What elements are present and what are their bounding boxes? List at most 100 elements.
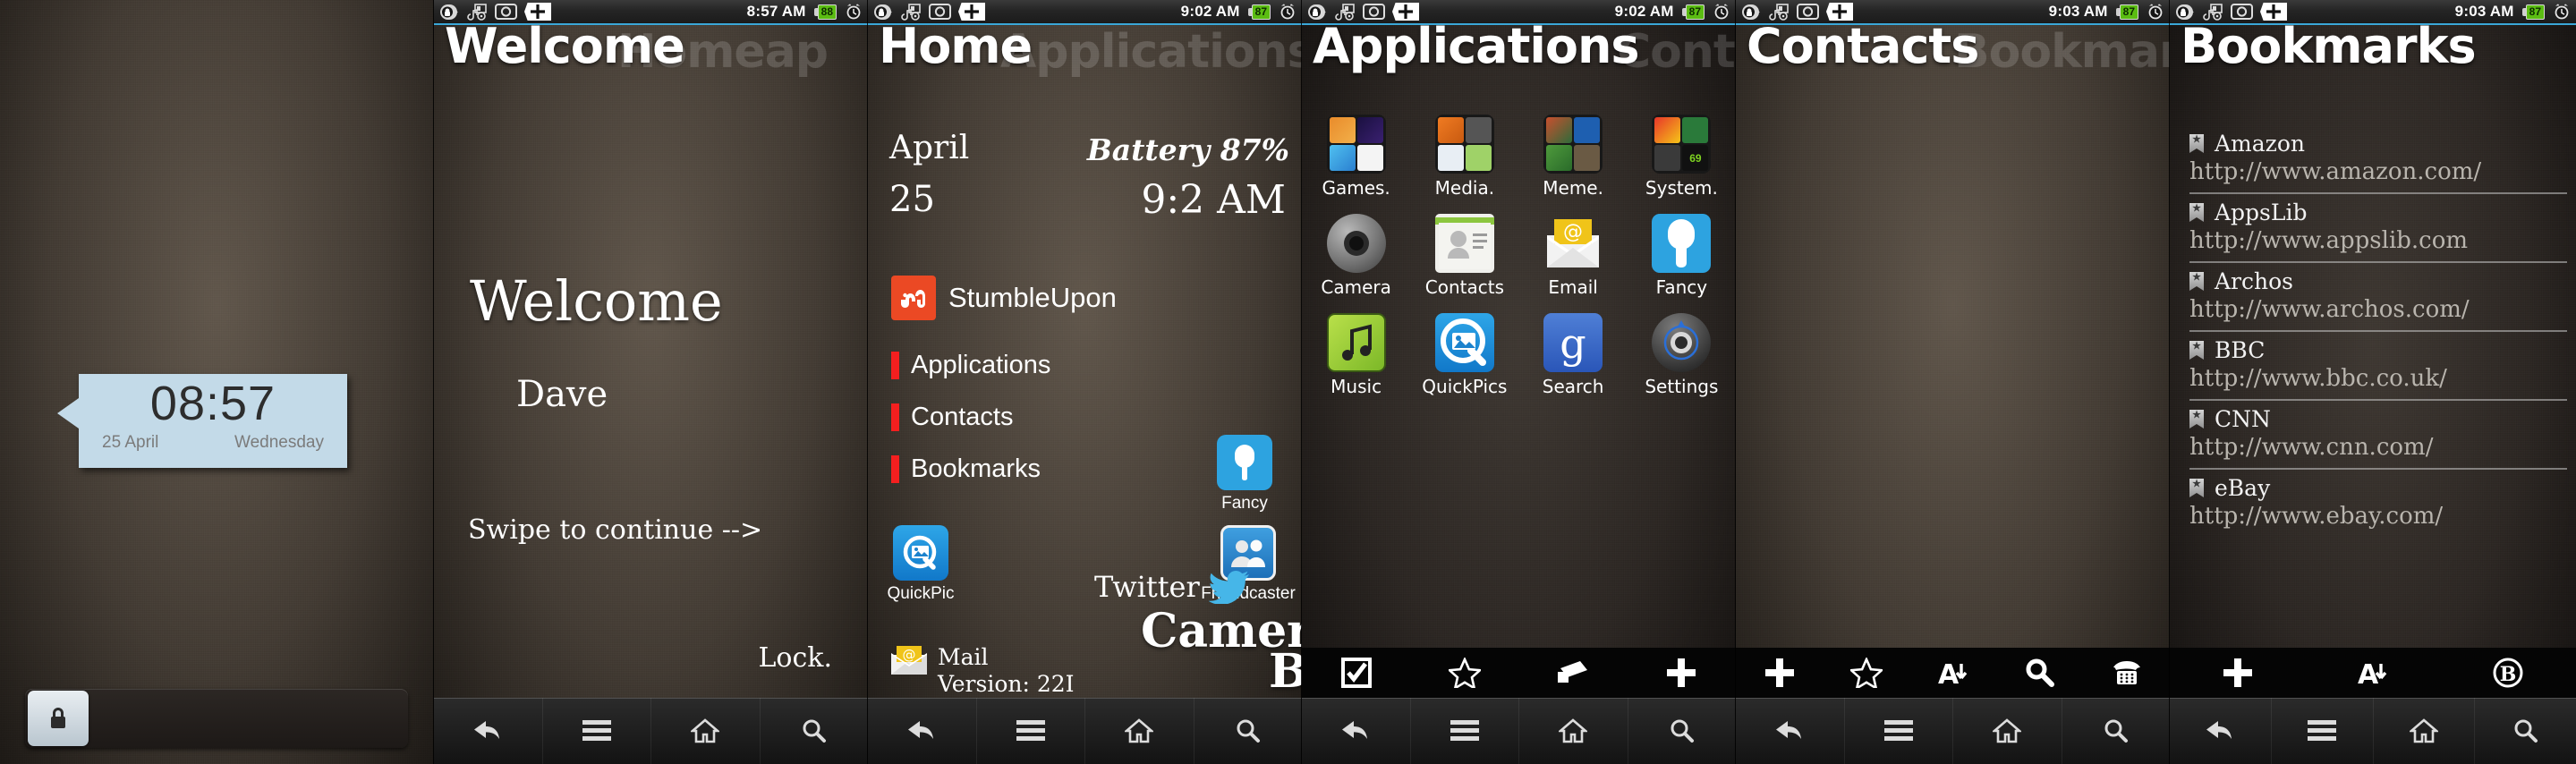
bookmark-row[interactable]: ★ CNN http://www.cnn.com/: [2189, 401, 2567, 470]
action-dialer[interactable]: [2083, 648, 2170, 698]
add-widget-button[interactable]: [524, 3, 551, 21]
add-widget-button[interactable]: [2260, 3, 2287, 21]
app-camera[interactable]: Camera: [1302, 214, 1410, 297]
action-search[interactable]: [1996, 648, 2083, 698]
app-label: QuickPics: [1422, 376, 1508, 397]
action-add-bookmark[interactable]: [2170, 648, 2305, 698]
nav-back-button[interactable]: [1736, 698, 1845, 764]
nav-home-button[interactable]: [1519, 698, 1628, 764]
back-icon: [1339, 717, 1372, 744]
unlock-slider[interactable]: [25, 689, 408, 748]
media-sync-icon[interactable]: [467, 3, 488, 21]
app-email[interactable]: @ Email: [1519, 214, 1628, 297]
alarm-clock-icon[interactable]: [845, 3, 863, 21]
nav-back-button[interactable]: [434, 698, 543, 764]
system-folder-badge: 69: [1682, 145, 1709, 171]
menu-item-applications[interactable]: Applications: [891, 351, 1050, 380]
bookmark-title: eBay: [2215, 475, 2271, 501]
nav-search-button[interactable]: [761, 698, 869, 764]
bookmark-row[interactable]: ★ eBay http://www.ebay.com/: [2189, 470, 2567, 537]
app-folder-meme[interactable]: Meme.: [1519, 115, 1628, 198]
screenshot-icon[interactable]: [929, 4, 951, 20]
alarm-clock-icon[interactable]: [1279, 3, 1297, 21]
bookmark-row[interactable]: ★ Amazon http://www.amazon.com/: [2189, 125, 2567, 194]
bookmark-row[interactable]: ★ AppsLib http://www.appslib.com: [2189, 194, 2567, 263]
lock-icon[interactable]: [1742, 4, 1762, 20]
lock-icon[interactable]: [874, 4, 894, 20]
bookmark-row[interactable]: ★ Archos http://www.archos.com/: [2189, 263, 2567, 332]
menu-item-bookmarks[interactable]: Bookmarks: [891, 454, 1041, 484]
screenshot-icon[interactable]: [2231, 4, 2253, 20]
add-widget-button[interactable]: [1826, 3, 1853, 21]
screenshot-icon[interactable]: [495, 4, 517, 20]
browser-shortcut[interactable]: Browser: [1269, 644, 1302, 699]
add-widget-button[interactable]: [958, 3, 985, 21]
unlock-knob[interactable]: [28, 691, 89, 746]
screenshot-icon[interactable]: [1363, 4, 1385, 20]
lock-icon[interactable]: [440, 4, 460, 20]
media-sync-icon[interactable]: [901, 3, 922, 21]
shortcut-quickpic[interactable]: QuickPic: [882, 525, 959, 604]
action-favourite[interactable]: [1410, 648, 1518, 698]
nav-home-button[interactable]: [2374, 698, 2476, 764]
nav-search-button[interactable]: [2475, 698, 2576, 764]
action-sort[interactable]: A: [1909, 648, 1996, 698]
app-folder-system[interactable]: 69 System.: [1628, 115, 1736, 198]
nav-home-button[interactable]: [1953, 698, 2062, 764]
bookmark-url: http://www.cnn.com/: [2189, 434, 2434, 461]
bookmark-flag-icon: ★: [2189, 272, 2204, 291]
nav-menu-button[interactable]: [977, 698, 1085, 764]
add-widget-button[interactable]: [1392, 3, 1419, 21]
screenshot-icon[interactable]: [1797, 4, 1819, 20]
nav-menu-button[interactable]: [543, 698, 651, 764]
lockscreen-clock-widget[interactable]: 08:57 25 April Wednesday: [57, 374, 347, 468]
shortcut-fancy[interactable]: Fancy: [1206, 435, 1283, 514]
nav-back-button[interactable]: [868, 698, 977, 764]
nav-menu-button[interactable]: [1845, 698, 1953, 764]
action-select-all[interactable]: [1302, 648, 1410, 698]
lock-shortcut[interactable]: Lock.: [759, 642, 833, 674]
action-browser-bookmarks[interactable]: B: [2441, 648, 2576, 698]
action-sort[interactable]: A: [2305, 648, 2440, 698]
twitter-shortcut[interactable]: Twitter: [1094, 570, 1250, 605]
media-sync-icon[interactable]: [2203, 3, 2223, 21]
alarm-clock-icon[interactable]: [2553, 3, 2571, 21]
nav-menu-button[interactable]: [2272, 698, 2374, 764]
app-quickpics[interactable]: QuickPics: [1410, 313, 1518, 396]
app-settings[interactable]: Settings: [1628, 313, 1736, 396]
status-time: 8:57 AM: [746, 3, 806, 20]
nav-search-button[interactable]: [1628, 698, 1737, 764]
menu-icon: [1450, 719, 1479, 743]
nav-search-button[interactable]: [2062, 698, 2171, 764]
nav-home-button[interactable]: [1085, 698, 1194, 764]
media-sync-icon[interactable]: [1335, 3, 1356, 21]
lock-icon[interactable]: [2176, 4, 2196, 20]
menu-item-contacts[interactable]: Contacts: [891, 403, 1013, 432]
app-contacts[interactable]: Contacts: [1410, 214, 1518, 297]
nav-home-button[interactable]: [651, 698, 761, 764]
media-sync-icon[interactable]: [1769, 3, 1790, 21]
alarm-clock-icon[interactable]: [2147, 3, 2164, 21]
nav-menu-button[interactable]: [1411, 698, 1519, 764]
action-add-contact[interactable]: [1736, 648, 1823, 698]
nav-search-button[interactable]: [1194, 698, 1303, 764]
action-uninstall[interactable]: [1519, 648, 1628, 698]
stumbleupon-shortcut[interactable]: StumbleUpon: [891, 276, 1117, 320]
nav-back-button[interactable]: [1302, 698, 1411, 764]
bookmark-flag-icon: ★: [2189, 410, 2204, 429]
nav-back-button[interactable]: [2170, 698, 2272, 764]
app-folder-media[interactable]: Media.: [1410, 115, 1518, 198]
music-icon: [1326, 313, 1386, 372]
bookmark-row[interactable]: ★ BBC http://www.bbc.co.uk/: [2189, 332, 2567, 401]
action-add[interactable]: [1628, 648, 1736, 698]
app-search[interactable]: g Search: [1519, 313, 1628, 396]
alarm-clock-icon[interactable]: [1713, 3, 1730, 21]
action-favourites[interactable]: [1823, 648, 1909, 698]
app-music[interactable]: Music: [1302, 313, 1410, 396]
lock-icon[interactable]: [1308, 4, 1328, 20]
mail-shortcut[interactable]: @ Mail Version: 22I: [889, 644, 1075, 698]
swipe-hint: Swipe to continue -->: [468, 514, 763, 546]
app-fancy[interactable]: Fancy: [1628, 214, 1736, 297]
app-folder-games[interactable]: Games.: [1302, 115, 1410, 198]
svg-text:A: A: [1938, 659, 1960, 687]
